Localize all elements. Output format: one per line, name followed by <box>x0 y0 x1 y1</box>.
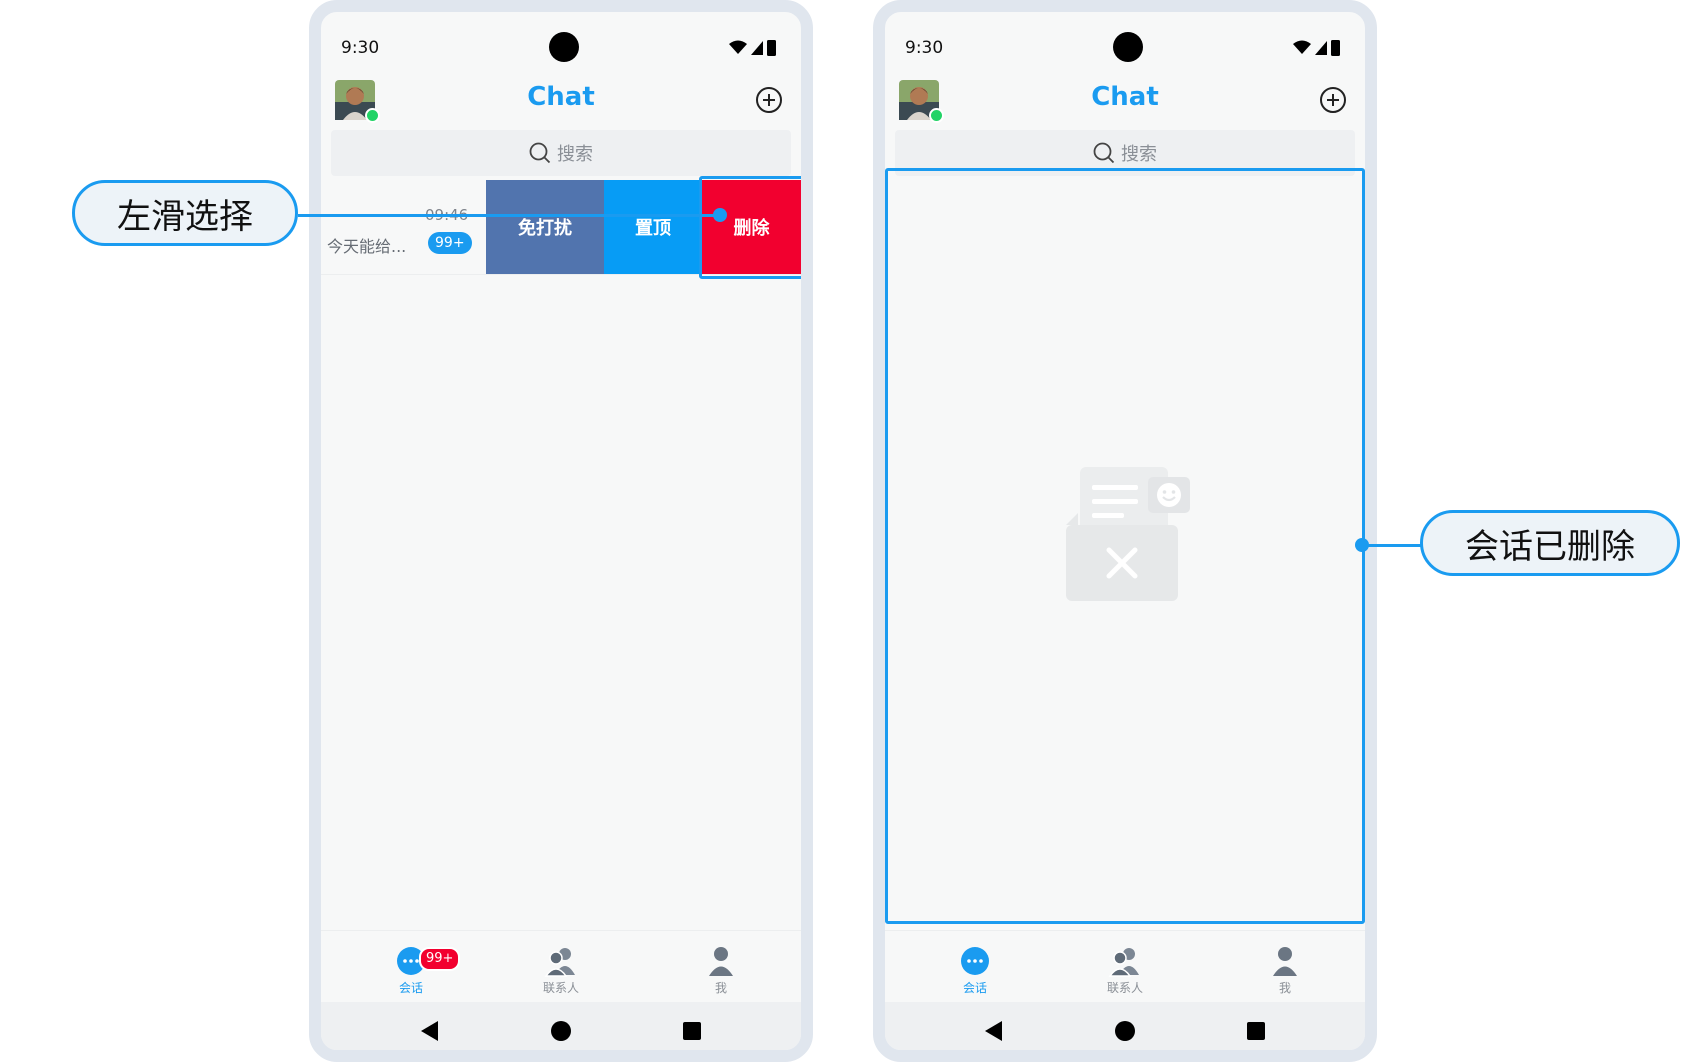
tab-me[interactable]: 我 <box>1245 945 1325 996</box>
callout-connector-left <box>298 214 720 217</box>
tab-contacts-label: 联系人 <box>1106 981 1143 995</box>
search-icon <box>1093 142 1115 164</box>
page-title: Chat <box>1091 82 1159 112</box>
add-icon[interactable] <box>1319 86 1347 114</box>
camera-cutout <box>1113 32 1143 62</box>
mute-button[interactable]: 免打扰 <box>486 180 604 274</box>
system-nav-bar <box>885 1002 1365 1050</box>
phone-right: 9:30 Chat 搜索 会话 联系人 我 <box>873 0 1377 1062</box>
contacts-icon <box>544 948 575 977</box>
tab-chats-label: 会话 <box>962 981 987 995</box>
conversation-row[interactable]: 09:46 今天能给... 99+ 免打扰 置顶 删除 <box>321 176 801 279</box>
profile-icon <box>709 947 733 976</box>
delete-highlight-frame <box>699 176 801 279</box>
phone-left: 9:30 Chat 搜索 09:46 今天能给... 99+ 免打扰 置顶 删除… <box>309 0 813 1062</box>
tab-chats[interactable]: 会话 <box>935 945 1015 996</box>
search-placeholder: 搜索 <box>557 144 593 165</box>
empty-inbox-icon <box>1066 467 1190 601</box>
page-title: Chat <box>527 82 595 112</box>
tab-me-label: 我 <box>1278 981 1291 995</box>
tab-contacts-label: 联系人 <box>542 981 579 995</box>
callout-conversation-deleted: 会话已删除 <box>1420 510 1680 576</box>
search-input[interactable]: 搜索 <box>331 130 791 176</box>
camera-cutout <box>549 32 579 62</box>
status-icons <box>1293 40 1340 56</box>
tab-unread-badge: 99+ <box>419 947 461 971</box>
unread-badge: 99+ <box>428 232 472 254</box>
wifi-icon <box>1293 40 1311 54</box>
status-time: 9:30 <box>905 38 944 58</box>
tab-chats-label: 会话 <box>398 981 423 995</box>
battery-icon <box>767 40 776 56</box>
tab-contacts[interactable]: 联系人 <box>521 945 601 996</box>
recent-apps-icon[interactable] <box>683 1022 701 1040</box>
back-icon[interactable] <box>421 1021 438 1041</box>
tab-contacts[interactable]: 联系人 <box>1085 945 1165 996</box>
status-icons <box>729 40 776 56</box>
tab-me-label: 我 <box>714 981 727 995</box>
system-nav-bar <box>321 1002 801 1050</box>
add-icon[interactable] <box>755 86 783 114</box>
conversation-preview: 今天能给... <box>327 237 407 256</box>
recent-apps-icon[interactable] <box>1247 1022 1265 1040</box>
tab-chats[interactable]: 会话 99+ <box>371 945 461 996</box>
back-icon[interactable] <box>985 1021 1002 1041</box>
callout-swipe-select: 左滑选择 <box>72 180 298 246</box>
callout-connector-dot-right <box>1355 538 1369 552</box>
status-time: 9:30 <box>341 38 380 58</box>
contacts-icon <box>1108 948 1139 977</box>
profile-icon <box>1273 947 1297 976</box>
tab-bar: 会话 联系人 我 <box>885 930 1365 1003</box>
chat-bubble-icon <box>961 947 989 975</box>
callout-connector-dot-left <box>713 208 727 222</box>
battery-icon <box>1331 40 1340 56</box>
pin-button[interactable]: 置顶 <box>604 180 702 274</box>
search-icon <box>529 142 551 164</box>
home-icon[interactable] <box>551 1021 571 1041</box>
home-icon[interactable] <box>1115 1021 1135 1041</box>
tab-bar: 会话 99+ 联系人 我 <box>321 930 801 1003</box>
wifi-icon <box>729 40 747 54</box>
signal-icon <box>1315 41 1327 55</box>
search-placeholder: 搜索 <box>1121 144 1157 165</box>
callout-connector-right <box>1360 544 1422 547</box>
signal-icon <box>751 41 763 55</box>
empty-conversation-area <box>885 168 1365 924</box>
tab-me[interactable]: 我 <box>681 945 761 996</box>
